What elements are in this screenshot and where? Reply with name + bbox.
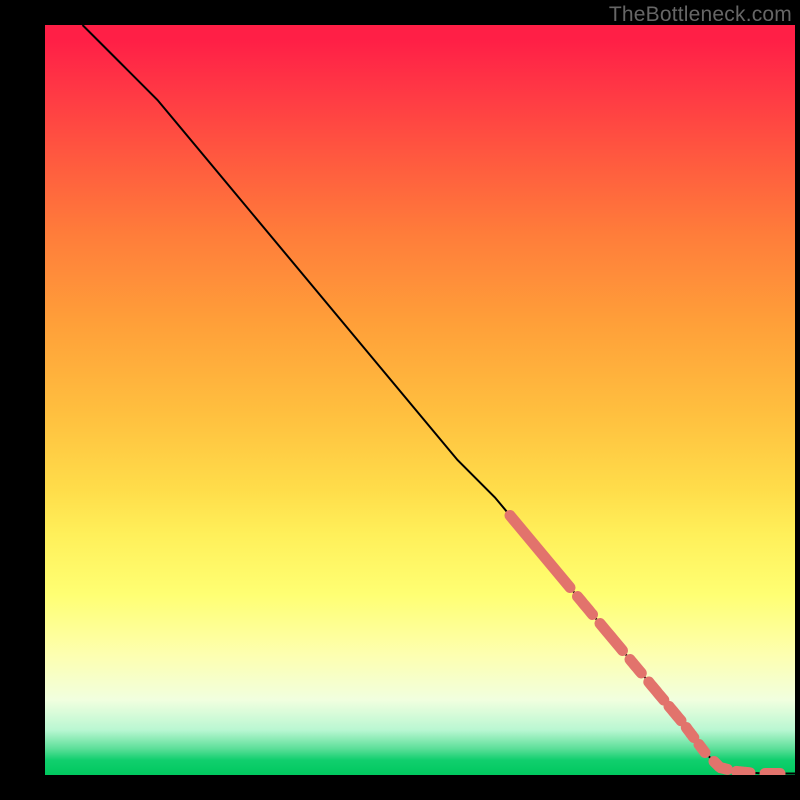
curve-svg [45,25,795,775]
chart-frame: TheBottleneck.com [0,0,800,800]
dash-segment [699,745,705,753]
dash-segment [649,682,664,700]
dash-segment [714,762,728,770]
main-curve [83,25,796,774]
dash-segment [686,728,694,738]
dash-segment [510,516,570,588]
watermark-text: TheBottleneck.com [609,3,792,27]
dash-segment [630,660,641,674]
dash-segment [737,771,751,772]
plot-area [45,25,795,775]
dashed-overlay [510,516,780,774]
dash-segment [600,624,623,651]
bottleneck-curve-line [83,25,796,774]
dash-segment [669,706,681,720]
dash-segment [578,597,593,615]
